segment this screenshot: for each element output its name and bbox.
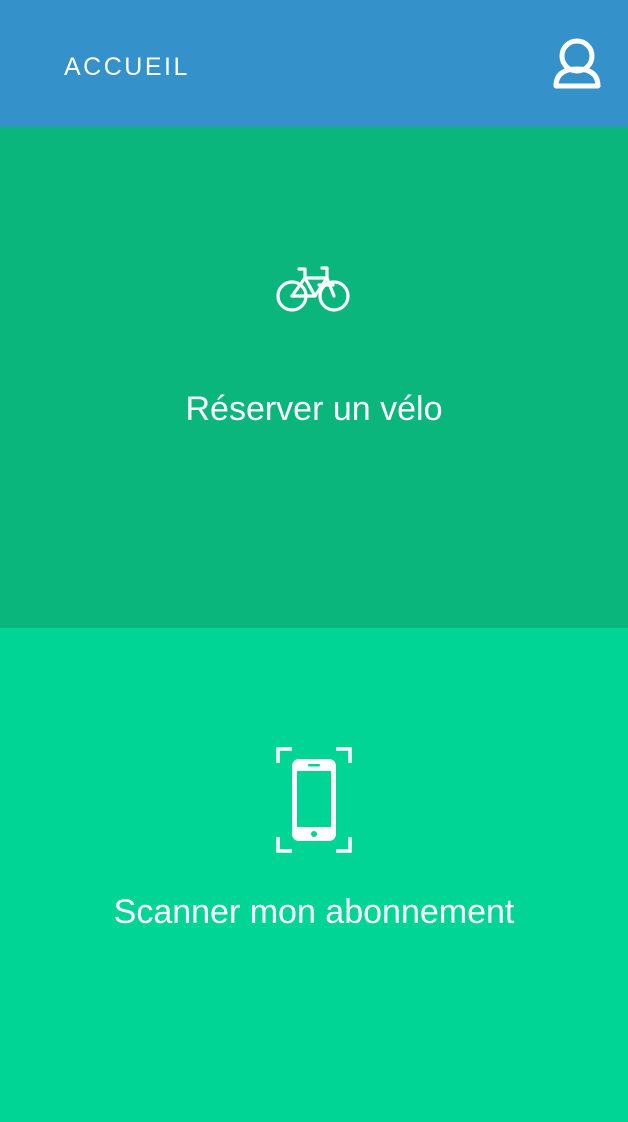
reserve-bike-button[interactable]: Réserver un vélo bbox=[0, 127, 628, 628]
phone-scan-icon bbox=[276, 747, 352, 853]
top-bar: ACCUEIL bbox=[0, 0, 628, 127]
profile-button[interactable] bbox=[546, 36, 608, 92]
user-icon bbox=[553, 38, 601, 89]
bicycle-icon bbox=[276, 266, 350, 312]
page-title: ACCUEIL bbox=[64, 53, 190, 81]
reserve-bike-label: Réserver un vélo bbox=[185, 390, 443, 428]
scan-subscription-label: Scanner mon abonnement bbox=[113, 893, 515, 931]
scan-subscription-button[interactable]: Scanner mon abonnement bbox=[0, 628, 628, 1122]
app-screen: ACCUEIL Réserver un vélo Scanner mon abo… bbox=[0, 0, 628, 1122]
